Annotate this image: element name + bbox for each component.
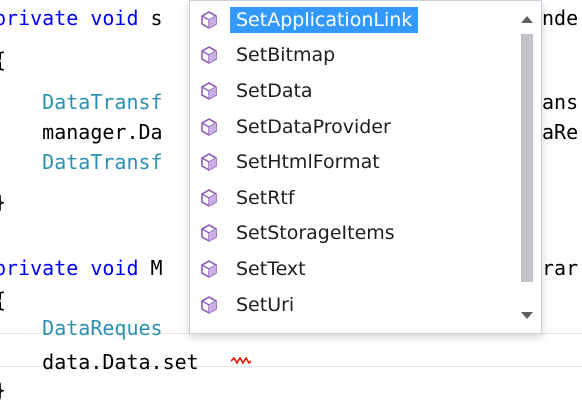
method-icon: [196, 78, 222, 104]
code-line: DataTransf: [0, 148, 163, 176]
completion-list[interactable]: SetApplicationLink SetBitmap SetData SetDat…: [190, 2, 512, 322]
completion-item[interactable]: SetApplicationLink: [190, 2, 512, 38]
chevron-up-icon[interactable]: [514, 6, 540, 32]
completion-item[interactable]: SetStorageItems: [190, 216, 512, 252]
method-icon: [196, 220, 222, 246]
code-line: manager.Da: [0, 118, 163, 146]
code-line: {: [0, 46, 6, 74]
code-line: private void M: [0, 254, 163, 282]
chevron-down-icon[interactable]: [514, 303, 540, 329]
code-token: manager.Da: [0, 120, 163, 144]
completion-scrollbar[interactable]: [514, 2, 540, 331]
keyword-token: void: [90, 6, 139, 30]
type-token: DataTransf: [42, 90, 163, 114]
method-icon: [196, 185, 222, 211]
code-line: DataTransf: [0, 88, 163, 116]
code-line: }: [0, 188, 6, 216]
method-icon: [196, 7, 222, 33]
code-token: data.Data.set: [0, 350, 199, 374]
code-line-overflow: rar: [542, 256, 579, 280]
keyword-token: private: [0, 6, 79, 30]
code-line: }: [0, 376, 6, 404]
completion-item-label: SetUri: [236, 293, 295, 316]
code-token: {: [0, 48, 6, 72]
code-line-overflow: nde: [542, 6, 579, 30]
code-token: }: [0, 190, 6, 214]
code-token: {: [0, 288, 6, 312]
code-token: }: [0, 378, 6, 402]
completion-item[interactable]: SetBitmap: [190, 38, 512, 74]
code-line-overflow: ans: [542, 90, 579, 114]
completion-item[interactable]: SetDataProvider: [190, 109, 512, 145]
completion-item-label: SetApplicationLink: [230, 6, 419, 33]
completion-item-label: SetData: [236, 79, 313, 102]
completion-item[interactable]: SetHtmlFormat: [190, 144, 512, 180]
completion-item-label: SetRtf: [236, 186, 295, 209]
completion-item[interactable]: SetRtf: [190, 180, 512, 216]
completion-item-label: SetHtmlFormat: [236, 151, 380, 174]
completion-item-label: SetDataProvider: [236, 115, 391, 138]
code-line: {: [0, 286, 6, 314]
method-icon: [196, 292, 222, 318]
code-line-overflow: aRe: [542, 120, 579, 144]
scroll-thumb[interactable]: [521, 34, 533, 282]
completion-item[interactable]: SetUri: [190, 287, 512, 323]
code-line: DataReques: [0, 314, 163, 342]
completion-item[interactable]: SetData: [190, 73, 512, 109]
code-line: private void s: [0, 4, 163, 32]
code-line: data.Data.set: [0, 348, 199, 376]
code-token: M: [138, 256, 163, 280]
scroll-track[interactable]: [521, 34, 533, 282]
method-icon: [196, 149, 222, 175]
completion-item-label: SetBitmap: [236, 44, 336, 67]
completion-item[interactable]: SetText: [190, 251, 512, 287]
code-token: s: [138, 6, 163, 30]
completion-list-popup[interactable]: SetApplicationLink SetBitmap SetData SetDat…: [189, 0, 542, 334]
method-icon: [196, 114, 222, 140]
keyword-token: private: [0, 256, 79, 280]
error-squiggle: [231, 357, 251, 365]
method-icon: [196, 42, 222, 68]
completion-item-label: SetText: [236, 257, 306, 280]
method-icon: [196, 256, 222, 282]
completion-item-label: SetStorageItems: [236, 222, 395, 245]
type-token: DataTransf: [42, 150, 163, 174]
keyword-token: void: [90, 256, 139, 280]
type-token: DataReques: [42, 316, 163, 340]
